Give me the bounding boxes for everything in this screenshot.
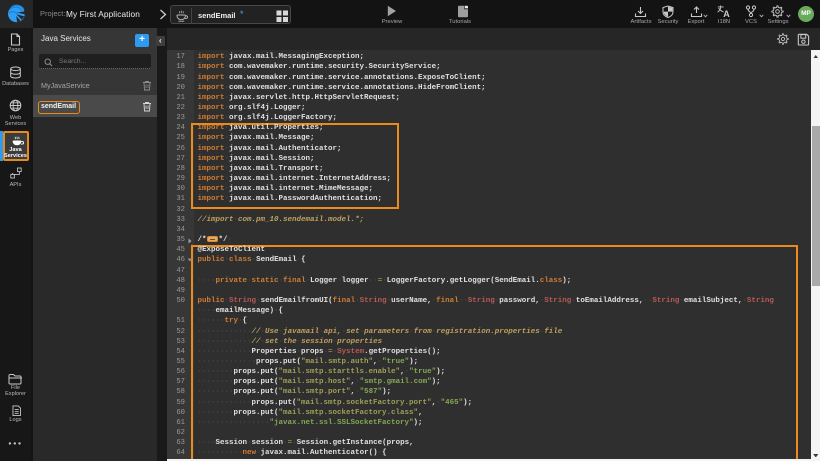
svg-text:A: A: [723, 9, 730, 18]
